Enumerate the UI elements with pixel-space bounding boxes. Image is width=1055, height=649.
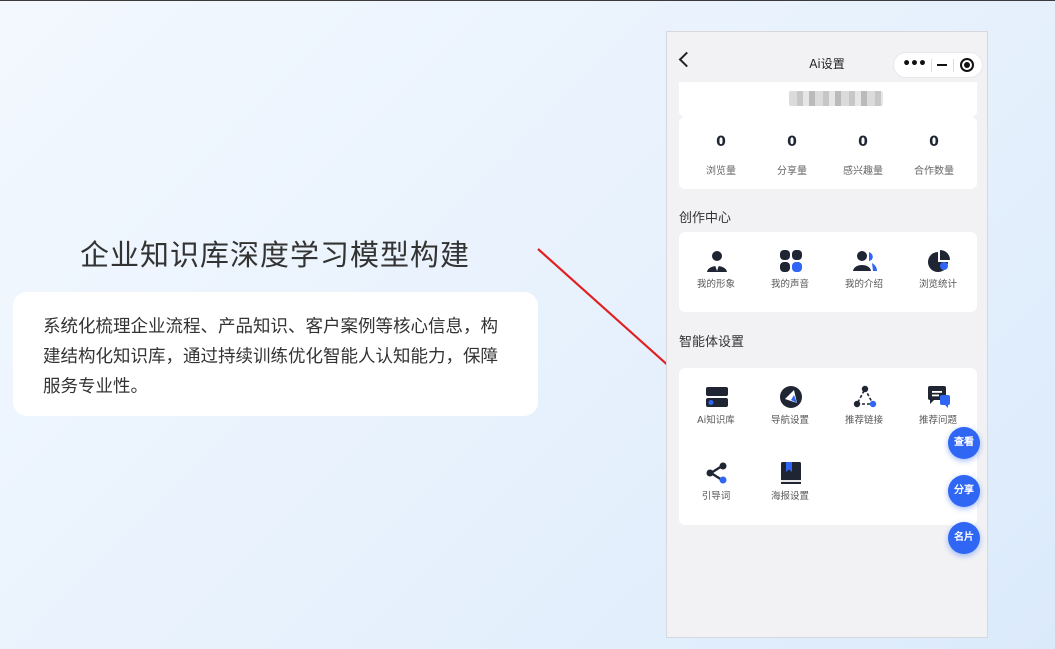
view-fab-button[interactable]: 查看 (948, 427, 980, 459)
agent-item-poster-settings[interactable]: 海报设置 (753, 461, 827, 521)
creation-item-stats[interactable]: 浏览统计 (901, 249, 975, 309)
creation-item-intro[interactable]: 我的介绍 (827, 249, 901, 309)
share-icon (706, 462, 727, 484)
stat-value: 0 (787, 134, 797, 150)
stat-value: 0 (929, 134, 939, 150)
item-label: 浏览统计 (918, 279, 957, 290)
minimize-icon[interactable] (934, 57, 950, 73)
hero-title: 企业知识库深度学习模型构建 (80, 238, 471, 272)
item-label: 推荐问题 (918, 415, 957, 426)
poster-icon (781, 462, 801, 484)
agent-item-recommended-links[interactable]: 推荐链接 (827, 385, 901, 445)
stat-label: 分享量 (777, 166, 807, 177)
item-label: 推荐链接 (844, 415, 883, 426)
item-label: 我的声音 (770, 279, 809, 290)
capsule-divider (953, 59, 954, 72)
creation-item-voice[interactable]: 我的声音 (753, 249, 827, 309)
section-title-creation: 创作中心 (679, 211, 732, 226)
item-label: 海报设置 (770, 491, 809, 502)
stat-label: 浏览量 (706, 166, 736, 177)
card-fab-button[interactable]: 名片 (948, 522, 980, 554)
stats-card: 0 浏览量 0 分享量 0 感兴趣量 0 合作数量 (679, 117, 977, 189)
capsule-divider (931, 59, 932, 72)
mini-program-capsule: ••• (893, 52, 983, 78)
phone-preview: Ai设置 ••• 0 浏览量 0 分享量 0 感兴趣量 0 合作数量 创作中心 (666, 31, 988, 638)
stat-cooperation: 0 合作数量 (897, 117, 971, 189)
pie-chart-icon (928, 250, 950, 272)
stat-value: 0 (716, 134, 726, 150)
creation-center-card: 我的形象 我的声音 我的介绍 浏览统计 (679, 232, 977, 312)
item-label: 引导词 (701, 491, 731, 502)
phone-navbar: Ai设置 ••• (667, 32, 987, 86)
stat-interested: 0 感兴趣量 (826, 117, 900, 189)
stat-value: 0 (858, 134, 868, 150)
creation-item-avatar[interactable]: 我的形象 (679, 249, 753, 309)
stat-label: 感兴趣量 (843, 166, 883, 177)
stat-label: 合作数量 (914, 166, 954, 177)
section-title-agent: 智能体设置 (679, 335, 745, 350)
voice-icon (780, 250, 802, 272)
item-label: 导航设置 (770, 415, 809, 426)
window-top-border (0, 0, 1055, 1)
description-card: 系统化梳理企业流程、产品知识、客户案例等核心信息，构建结构化知识库，通过持续训练… (13, 292, 538, 416)
stat-views: 0 浏览量 (684, 117, 758, 189)
profile-name-card (679, 82, 977, 117)
person-icon (707, 251, 727, 272)
item-label: 我的形象 (696, 279, 735, 290)
agent-item-guide-words[interactable]: 引导词 (679, 461, 753, 521)
chat-icon (928, 386, 950, 408)
close-target-icon[interactable] (960, 58, 974, 72)
share-fab-button[interactable]: 分享 (948, 475, 980, 507)
more-icon[interactable]: ••• (902, 55, 927, 75)
stat-shares: 0 分享量 (755, 117, 829, 189)
users-icon (853, 251, 877, 271)
database-icon (706, 387, 728, 407)
link-icon (853, 385, 877, 408)
agent-settings-card: Ai知识库 导航设置 推荐链接 推荐问题 引导词 海报设置 (679, 368, 977, 525)
item-label: Ai知识库 (697, 415, 735, 426)
description-text: 系统化梳理企业流程、产品知识、客户案例等核心信息，构建结构化知识库，通过持续训练… (43, 317, 498, 397)
agent-item-navigation[interactable]: 导航设置 (753, 385, 827, 445)
blurred-name (789, 91, 883, 106)
item-label: 我的介绍 (844, 279, 883, 290)
agent-item-knowledge-base[interactable]: Ai知识库 (679, 385, 753, 445)
compass-icon (780, 386, 802, 408)
